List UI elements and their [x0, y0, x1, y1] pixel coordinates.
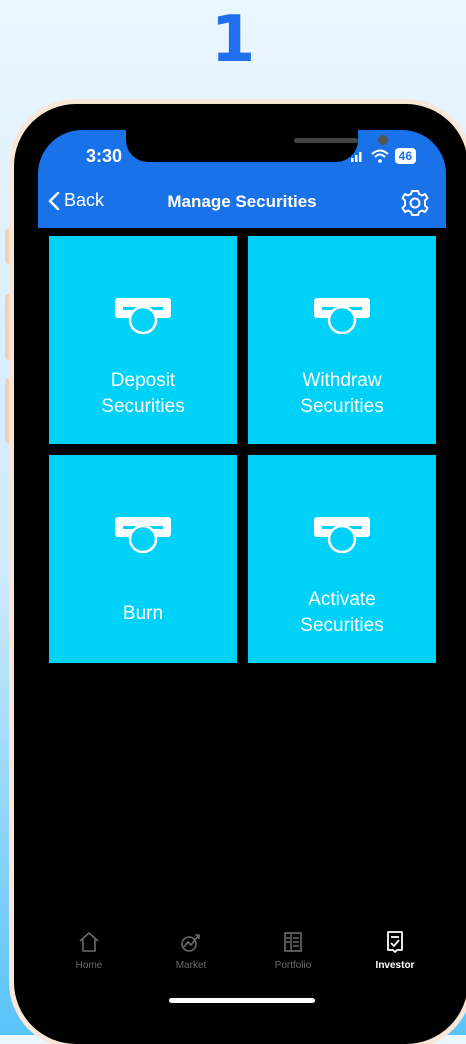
wifi-icon: [370, 149, 389, 163]
front-camera: [378, 135, 388, 145]
tile-label: Activate Securities: [300, 589, 384, 636]
tile-label: Burn: [122, 603, 164, 624]
deposit-securities-tile[interactable]: Deposit Securities: [49, 236, 237, 444]
tile-label: Withdraw Securities: [300, 370, 384, 417]
status-icons: 46: [350, 148, 416, 164]
home-icon: [79, 932, 99, 952]
gear-icon[interactable]: [400, 188, 430, 218]
tab-investor[interactable]: Investor: [344, 930, 446, 990]
tab-label: Investor: [375, 960, 415, 971]
battery-icon: 46: [394, 148, 416, 164]
phone-screen: 3:30 46 Back Manage Securities Deposit S…: [38, 130, 446, 1013]
cash-slot-icon: [314, 298, 370, 334]
notch: [126, 130, 388, 162]
home-indicator[interactable]: [169, 998, 315, 1003]
step-number: 1: [210, 3, 256, 77]
tab-home[interactable]: Home: [38, 930, 140, 990]
tab-label: Home: [75, 960, 103, 971]
investor-icon: [387, 931, 403, 953]
tab-market[interactable]: Market: [140, 930, 242, 990]
speaker-grille: [294, 138, 358, 143]
tab-label: Market: [175, 960, 207, 971]
burn-tile[interactable]: Burn: [49, 455, 237, 663]
market-icon: [181, 934, 200, 952]
cash-slot-icon: [115, 298, 171, 334]
withdraw-securities-tile[interactable]: Withdraw Securities: [248, 236, 436, 444]
tab-bar: Home Market Portfolio Investor: [38, 930, 446, 990]
tab-portfolio[interactable]: Portfolio: [242, 930, 344, 990]
portfolio-icon: [284, 932, 302, 952]
tab-label: Portfolio: [274, 960, 312, 971]
tile-label: Deposit Securities: [101, 370, 185, 417]
cash-slot-icon: [115, 517, 171, 553]
cash-slot-icon: [314, 517, 370, 553]
activate-securities-tile[interactable]: Activate Securities: [248, 455, 436, 663]
page-title: Manage Securities: [167, 192, 317, 211]
status-time: 3:30: [86, 146, 123, 166]
